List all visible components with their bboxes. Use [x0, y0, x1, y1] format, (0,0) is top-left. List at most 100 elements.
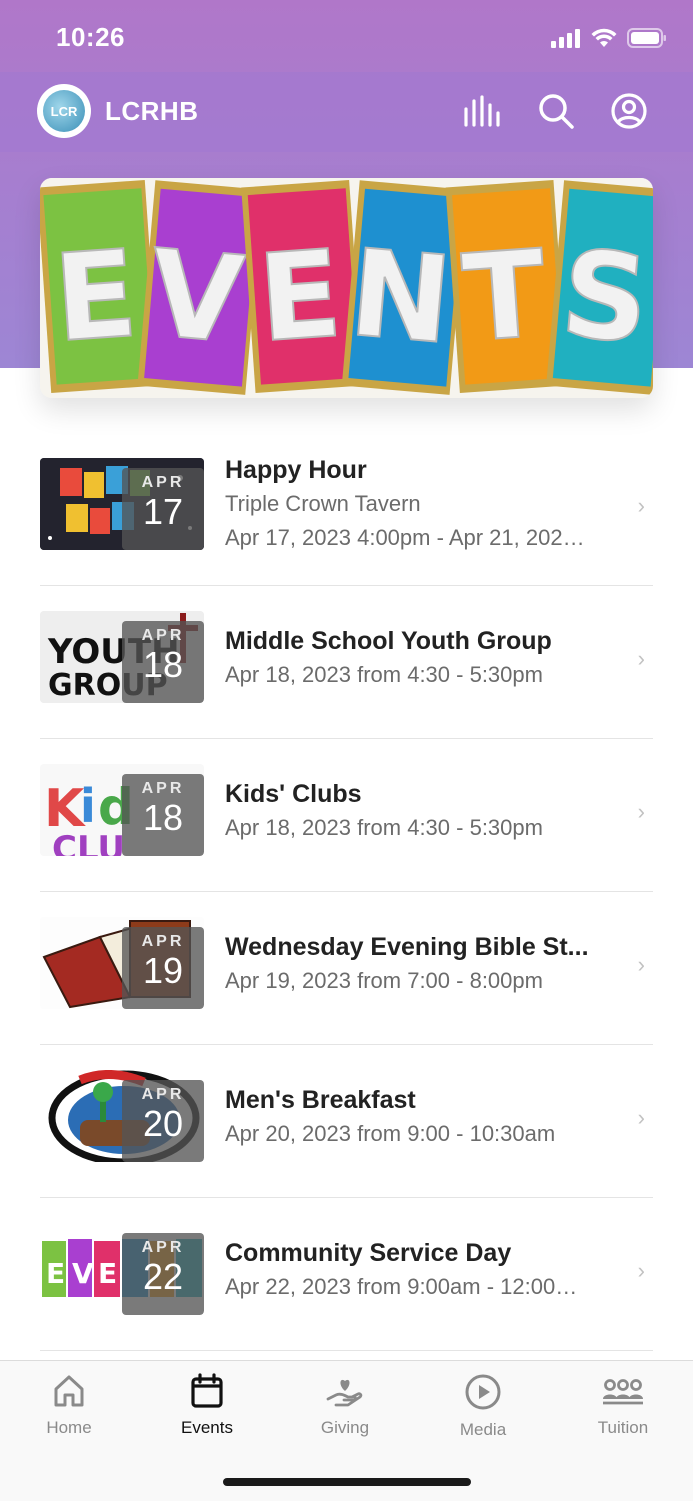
event-info: Men's Breakfast Apr 20, 2023 from 9:00 -…	[225, 1083, 625, 1151]
tab-events[interactable]: Events	[138, 1373, 276, 1438]
event-day: 22	[142, 1256, 184, 1297]
home-indicator	[223, 1478, 471, 1486]
event-title: Wednesday Evening Bible St...	[225, 933, 589, 961]
svg-text:E: E	[98, 1257, 117, 1290]
event-title: Middle School Youth Group	[225, 627, 552, 655]
event-title: Community Service Day	[225, 1239, 512, 1267]
event-row[interactable]: E V E APR 22 Community Service Day Apr 2…	[40, 1198, 653, 1351]
app-header: LCR LCRHB	[0, 72, 693, 152]
battery-icon	[627, 28, 666, 48]
event-info: Middle School Youth Group Apr 18, 2023 f…	[225, 624, 625, 692]
tab-giving[interactable]: Giving	[276, 1373, 414, 1438]
chevron-right-icon: ›	[637, 646, 645, 671]
event-row[interactable]: APR 17 Happy Hour Triple Crown Tavern Ap…	[40, 433, 653, 586]
banner-letter: S	[556, 225, 653, 371]
banner-letter: T	[459, 225, 550, 369]
chevron-right-icon: ›	[637, 799, 645, 824]
event-row[interactable]: APR 20 Men's Breakfast Apr 20, 2023 from…	[40, 1045, 653, 1198]
search-icon	[539, 94, 574, 129]
event-day: 18	[142, 644, 184, 685]
event-month: APR	[141, 780, 185, 797]
event-date-badge: APR 22	[122, 1233, 204, 1315]
home-icon	[54, 1375, 84, 1407]
wifi-icon	[591, 28, 617, 47]
profile-button[interactable]	[608, 90, 650, 132]
events-banner: EVENTS	[40, 178, 653, 398]
banner-letter: E	[254, 225, 345, 369]
event-info: Wednesday Evening Bible St... Apr 19, 20…	[225, 930, 625, 998]
event-thumbnail: K i d CLU APR 18	[40, 764, 204, 856]
chevron-right-icon: ›	[637, 952, 645, 977]
event-thumbnail: APR 20	[40, 1070, 204, 1162]
event-time: Apr 18, 2023 from 4:30 - 5:30pm	[225, 815, 543, 840]
event-date-badge: APR 18	[122, 621, 204, 703]
event-thumbnail: E V E APR 22	[40, 1223, 204, 1315]
event-time: Apr 17, 2023 4:00pm - Apr 21, 202…	[225, 525, 585, 550]
banner-letter: N	[345, 224, 457, 371]
event-time: Apr 20, 2023 from 9:00 - 10:30am	[225, 1121, 556, 1146]
stats-button[interactable]	[461, 90, 503, 132]
event-info: Kids' Clubs Apr 18, 2023 from 4:30 - 5:3…	[225, 777, 625, 845]
banner-letter-tile: S	[546, 180, 653, 395]
event-title: Men's Breakfast	[225, 1086, 416, 1114]
tab-label: Giving	[320, 1418, 370, 1437]
event-date-badge: APR 17	[122, 468, 204, 550]
event-day: 19	[142, 950, 184, 991]
svg-text:V: V	[72, 1257, 94, 1290]
tab-tuition[interactable]: Tuition	[554, 1373, 692, 1438]
chevron-right-icon: ›	[637, 493, 645, 518]
tab-label: Tuition	[597, 1418, 649, 1437]
svg-text:i: i	[80, 779, 96, 833]
chevron-right-icon: ›	[637, 1258, 645, 1283]
event-thumbnail: APR 17	[40, 458, 204, 550]
event-time: Apr 19, 2023 from 7:00 - 8:00pm	[225, 968, 543, 993]
event-title: Happy Hour	[225, 456, 367, 484]
event-month: APR	[141, 1086, 185, 1103]
profile-icon	[611, 93, 647, 129]
chevron-right-icon: ›	[637, 1105, 645, 1130]
event-location: Triple Crown Tavern	[225, 491, 421, 516]
tab-media[interactable]: Media	[414, 1373, 552, 1440]
tab-label: Media	[459, 1420, 507, 1439]
event-title: Kids' Clubs	[225, 780, 362, 808]
svg-text:CLU: CLU	[52, 829, 125, 856]
event-month: APR	[141, 627, 185, 644]
tab-label: Home	[46, 1418, 92, 1437]
event-date-badge: APR 19	[122, 927, 204, 1009]
event-month: APR	[141, 933, 185, 950]
calendar-icon	[191, 1373, 223, 1408]
svg-text:E: E	[46, 1257, 65, 1290]
tab-label: Events	[181, 1418, 233, 1437]
logo-mark: LCR	[43, 90, 85, 132]
status-time: 10:26	[56, 22, 125, 52]
event-date-badge: APR 18	[122, 774, 204, 856]
bars-icon	[464, 95, 500, 127]
event-date-badge: APR 20	[122, 1080, 204, 1162]
signal-icon	[551, 29, 580, 48]
event-time: Apr 22, 2023 from 9:00am - 12:00…	[225, 1274, 578, 1299]
status-bar: 10:26	[0, 0, 693, 72]
event-time: Apr 18, 2023 from 4:30 - 5:30pm	[225, 662, 543, 687]
event-month: APR	[141, 1239, 185, 1256]
group-icon	[603, 1379, 643, 1405]
giving-icon	[326, 1379, 363, 1407]
church-logo[interactable]: LCR	[37, 84, 91, 138]
events-list: APR 17 Happy Hour Triple Crown Tavern Ap…	[40, 433, 653, 1351]
events-banner-art: E V EN T S	[40, 178, 653, 398]
event-row[interactable]: APR 19 Wednesday Evening Bible St... Apr…	[40, 892, 653, 1045]
banner-letter: V	[144, 225, 249, 372]
event-thumbnail: YOUTH GROUP APR 18	[40, 611, 204, 703]
event-day: 17	[142, 491, 184, 532]
event-info: Community Service Day Apr 22, 2023 from …	[225, 1236, 625, 1304]
event-month: APR	[141, 474, 185, 491]
search-button[interactable]	[535, 90, 577, 132]
event-day: 20	[142, 1103, 184, 1144]
status-icons	[551, 28, 667, 48]
event-thumbnail: APR 19	[40, 917, 204, 1009]
event-row[interactable]: YOUTH GROUP APR 18 Middle School Youth G…	[40, 586, 653, 739]
app-title: LCRHB	[105, 96, 199, 126]
tab-home[interactable]: Home	[0, 1373, 138, 1438]
banner-letter: E	[50, 225, 141, 369]
play-icon	[465, 1374, 501, 1410]
event-row[interactable]: K i d CLU APR 18 Kids' Clubs Apr 18, 202…	[40, 739, 653, 892]
